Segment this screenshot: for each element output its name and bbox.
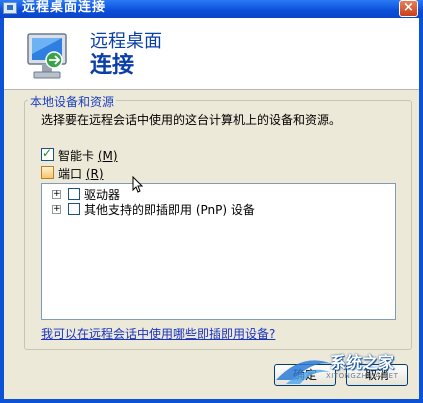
expand-icon[interactable]: + bbox=[52, 205, 61, 214]
watermark-subtext: XITONGZHIJIA.NET bbox=[326, 372, 399, 380]
dialog-header: 远程桌面 连接 bbox=[4, 18, 419, 90]
remote-desktop-monitor-icon bbox=[27, 33, 67, 79]
title-bar[interactable]: 远程桌面连接 × bbox=[0, 0, 423, 18]
smart-card-hotkey: (M) bbox=[97, 149, 118, 163]
ports-hotkey: (R) bbox=[85, 167, 104, 181]
tree-item-label: 其他支持的即插即用 (PnP) 设备 bbox=[84, 203, 255, 217]
smart-card-label[interactable]: 智能卡 (M) bbox=[58, 147, 118, 164]
mouse-cursor-icon bbox=[132, 176, 144, 193]
window-title: 远程桌面连接 bbox=[22, 0, 107, 15]
group-label: 本地设备和资源 bbox=[28, 93, 117, 110]
drives-checkbox[interactable] bbox=[68, 188, 80, 200]
ports-label[interactable]: 端口 (R) bbox=[58, 165, 104, 182]
group-description: 选择要在远程会话中使用的这台计算机上的设备和资源。 bbox=[41, 113, 342, 127]
smart-card-checkbox[interactable] bbox=[41, 146, 54, 161]
ports-text: 端口 bbox=[58, 167, 86, 181]
pnp-help-link[interactable]: 我可以在远程会话中使用哪些即插即用设备? bbox=[41, 325, 275, 342]
watermark-text: 系统之家 bbox=[330, 353, 395, 372]
header-title-line1: 远程桌面 bbox=[90, 31, 162, 52]
header-title-line2: 连接 bbox=[90, 53, 135, 78]
expand-icon[interactable]: + bbox=[52, 190, 61, 199]
close-button[interactable]: × bbox=[399, 0, 418, 17]
device-tree[interactable]: + 驱动器 + 其他支持的即插即用 (PnP) 设备 bbox=[41, 183, 396, 320]
pnp-devices-checkbox[interactable] bbox=[68, 203, 80, 215]
remote-desktop-dialog: 远程桌面连接 × 远程桌面 连接 本地设备和资源 选择要在远程会话中使用的这台计… bbox=[0, 0, 423, 403]
app-icon bbox=[3, 2, 17, 14]
smart-card-text: 智能卡 bbox=[58, 149, 98, 163]
ports-checkbox[interactable] bbox=[41, 166, 54, 179]
